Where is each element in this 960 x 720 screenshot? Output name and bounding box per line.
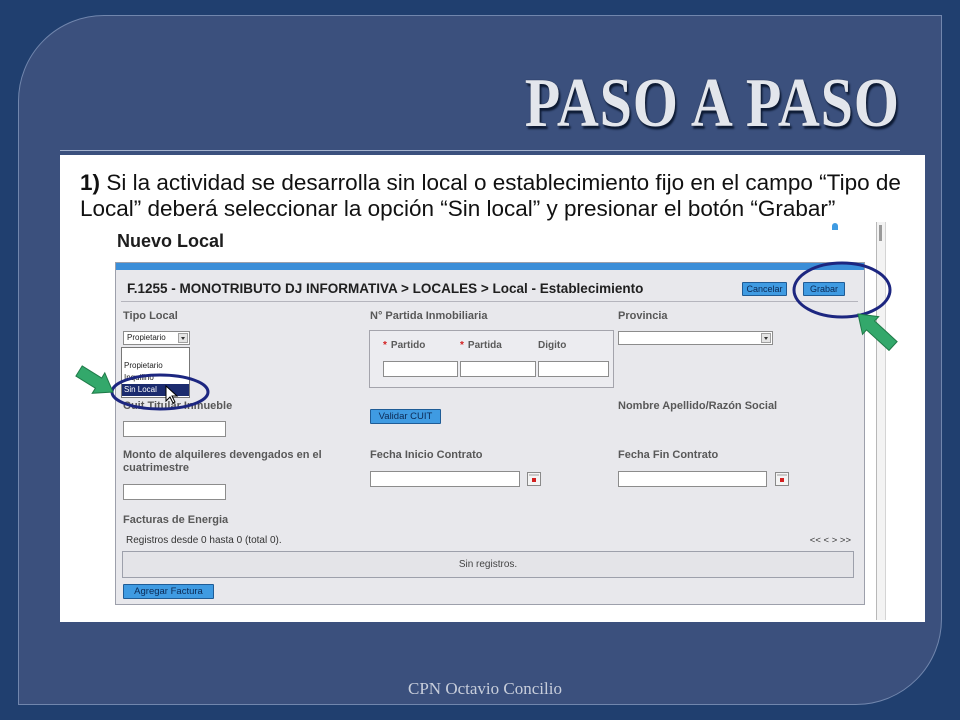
page-title: Nuevo Local [117,231,225,251]
agregar-factura-button[interactable]: Agregar Factura [123,584,214,599]
nombre-razon-social-label: Nombre Apellido/Razón Social [618,400,778,412]
local-form: F.1255 - MONOTRIBUTO DJ INFORMATIVA > LO… [115,262,865,605]
instruction-text: 1) Si la actividad se desarrolla sin loca… [80,170,925,222]
breadcrumb: F.1255 - MONOTRIBUTO DJ INFORMATIVA > LO… [127,281,644,296]
validar-cuit-button[interactable]: Validar CUIT [370,409,441,424]
tipo-local-dropdown-list: Propietario Inquilino Sin Local [121,347,190,398]
partida-label-text: Partida [467,340,502,351]
digito-label: Digito [538,340,567,351]
pager-controls[interactable]: << < > >> [810,535,851,547]
facturas-energia-label: Facturas de Energia [123,514,229,526]
fecha-fin-label: Fecha Fin Contrato [618,449,719,461]
tipo-local-label: Tipo Local [123,310,178,322]
cuit-titular-input[interactable] [123,421,226,437]
required-mark: * [460,340,464,351]
partido-label-text: Partido [390,340,426,351]
instruction-body: Si la actividad se desarrolla sin local … [80,170,901,221]
dropdown-arrow-icon[interactable] [178,333,188,343]
empty-table-message: Sin registros. [458,559,518,570]
partida-input[interactable] [460,361,536,377]
cuit-titular-label: Cuit Titular Inmueble [123,400,233,412]
digito-input[interactable] [538,361,609,377]
title-divider [60,150,900,151]
scrollbar-thumb[interactable] [879,225,882,241]
provincia-select[interactable] [618,331,773,345]
cancel-button[interactable]: Cancelar [742,282,787,296]
tipo-local-value: Propietario [127,333,166,342]
partida-inmobiliaria-group: * Partido * Partida Digito [369,330,614,388]
header-divider [121,301,858,302]
fecha-fin-input[interactable] [618,471,767,487]
slide-title: PASO A PASO [524,65,900,142]
slide: PASO A PASO 1) Si la actividad se desarro… [0,0,960,720]
required-mark: * [383,340,387,351]
form-header-strip [116,263,864,270]
dropdown-arrow-icon[interactable] [761,333,771,343]
tipo-local-select[interactable]: Propietario [123,331,190,345]
dropdown-option-propietario[interactable]: Propietario [122,360,189,372]
scroll-indicator [832,223,838,230]
calendar-icon[interactable] [775,472,789,486]
vertical-scrollbar[interactable] [876,222,886,620]
fecha-inicio-input[interactable] [370,471,520,487]
dropdown-option-sin-local[interactable]: Sin Local [122,384,189,396]
calendar-icon[interactable] [527,472,541,486]
embedded-screenshot: 1) Si la actividad se desarrolla sin loca… [60,155,925,622]
dropdown-option-inquilino[interactable]: Inquilino [122,372,189,384]
provincia-label: Provincia [618,310,668,322]
partido-label: * Partido [383,340,425,352]
slide-footer: CPN Octavio Concilio [408,679,562,698]
step-number: 1) [80,170,101,195]
monto-alquileres-input[interactable] [123,484,226,500]
facturas-table: Sin registros. [122,551,854,578]
partida-label: * Partida [460,340,502,352]
save-button[interactable]: Grabar [803,282,845,296]
partida-inmobiliaria-label: N° Partida Inmobiliaria [370,310,488,322]
partido-input[interactable] [383,361,458,377]
monto-alquileres-label: Monto de alquileres devengados en el cua… [123,449,322,474]
fecha-inicio-label: Fecha Inicio Contrato [370,449,483,461]
pagination-info: Registros desde 0 hasta 0 (total 0). [126,535,282,546]
